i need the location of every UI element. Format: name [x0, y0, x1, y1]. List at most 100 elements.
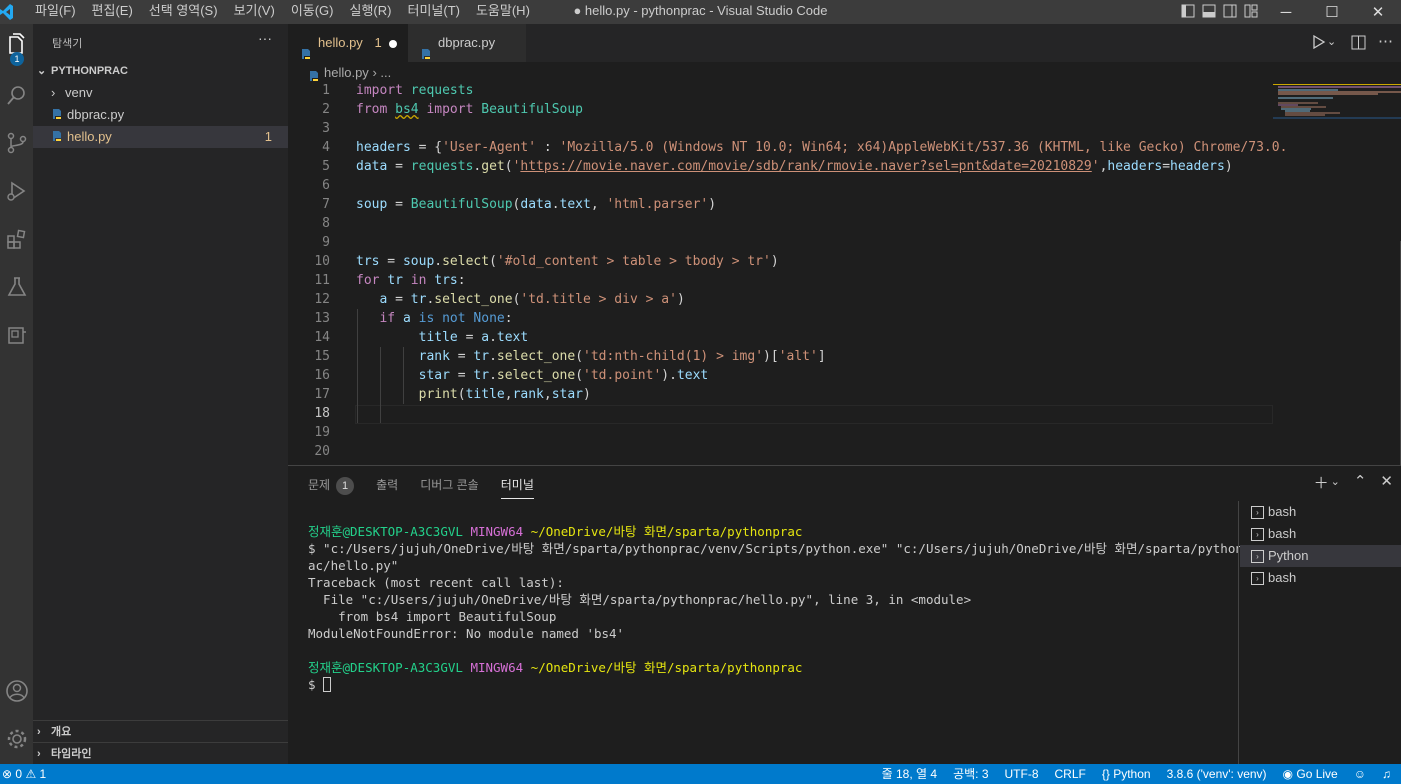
line-number: 11 — [314, 273, 330, 288]
code-line: soup = BeautifulSoup(data.text, 'html.pa… — [356, 197, 717, 212]
terminal-input-line[interactable]: $ — [308, 676, 1228, 693]
tree-item-venv[interactable]: › venv — [33, 82, 288, 104]
close-panel-icon[interactable]: ✕ — [1380, 472, 1393, 493]
tab-label: 문제 — [308, 478, 331, 492]
tab-terminal[interactable]: 터미널 — [500, 476, 534, 499]
terminal-item[interactable]: › bash — [1240, 523, 1401, 545]
project-folder[interactable]: ⌄ PYTHONPRAC — [33, 60, 288, 82]
breadcrumb-file[interactable]: hello.py — [324, 65, 369, 80]
close-icon[interactable]: ✕ — [1355, 0, 1401, 24]
minimize-icon[interactable]: ─ — [1263, 0, 1309, 24]
tab-hello-py[interactable]: hello.py 1 — [288, 24, 408, 62]
terminal-output[interactable]: 정재훈@DESKTOP-A3C3GVL MINGW64 ~/OneDrive/바… — [308, 523, 1258, 693]
go-live-button[interactable]: ◉ Go Live — [1283, 764, 1338, 784]
terminal-line: $ "c:/Users/jujuh/OneDrive/바탕 화면/sparta/… — [308, 541, 1258, 556]
extensions-icon[interactable] — [0, 218, 33, 260]
cursor-position[interactable]: 줄 18, 열 4 — [882, 764, 937, 784]
maximize-icon[interactable]: ☐ — [1309, 0, 1355, 24]
current-line-highlight — [355, 405, 1273, 424]
maximize-panel-icon[interactable]: ⌃ — [1354, 472, 1367, 493]
chevron-right-icon: › — [37, 726, 41, 738]
tab-problem-badge: 1 — [374, 35, 382, 50]
remote-explorer-icon[interactable] — [0, 314, 33, 356]
terminal-error: ModuleNotFoundError: No module named 'bs… — [308, 626, 625, 641]
chevron-right-icon: › — [37, 748, 41, 760]
menu-run[interactable]: 실행(R) — [342, 0, 400, 24]
menu-terminal[interactable]: 터미널(T) — [399, 0, 467, 24]
more-actions-icon[interactable]: ··· — [258, 30, 272, 46]
tree-item-dbprac[interactable]: dbprac.py — [33, 104, 288, 126]
unsaved-dot-icon[interactable] — [389, 40, 397, 48]
outline-label: 개요 — [51, 726, 72, 738]
line-number: 12 — [314, 292, 330, 307]
timeline-section[interactable]: › 타임라인 — [33, 742, 288, 764]
error-icon: ⊗ — [2, 767, 13, 781]
line-number: 18 — [314, 406, 330, 421]
search-icon[interactable] — [0, 74, 33, 116]
code-line: print(title,rank,star) — [418, 387, 591, 402]
menu-help[interactable]: 도움말(H) — [468, 0, 538, 24]
tree-item-label: hello.py — [67, 129, 112, 144]
line-number: 4 — [322, 140, 330, 155]
terminal-item[interactable]: › bash — [1240, 567, 1401, 589]
new-terminal-icon[interactable]: ＋ — [1314, 472, 1329, 493]
chevron-down-icon[interactable]: ⌄ — [1331, 475, 1340, 493]
end-of-line[interactable]: CRLF — [1055, 764, 1086, 784]
outline-section[interactable]: › 개요 — [33, 720, 288, 742]
more-actions-icon[interactable]: ⋯ — [1378, 32, 1393, 50]
terminal-item[interactable]: › bash — [1240, 501, 1401, 523]
editor-area: hello.py 1 dbprac.py ⌄ ⋯ hello.py › ... … — [288, 24, 1401, 465]
breadcrumb-more[interactable]: ... — [380, 65, 391, 80]
source-control-icon[interactable] — [0, 122, 33, 164]
line-number: 14 — [314, 330, 330, 345]
language-mode[interactable]: {} Python — [1102, 764, 1151, 784]
customize-layout-icon[interactable] — [1243, 3, 1259, 19]
editor-tabs: hello.py 1 dbprac.py ⌄ ⋯ — [288, 24, 1401, 62]
encoding[interactable]: UTF-8 — [1005, 764, 1039, 784]
tab-dbprac-py[interactable]: dbprac.py — [408, 24, 526, 62]
terminal-icon: › — [1251, 505, 1264, 519]
testing-icon[interactable] — [0, 266, 33, 308]
code-line: headers = {'User-Agent' : 'Mozilla/5.0 (… — [356, 140, 1288, 155]
account-icon[interactable] — [0, 670, 33, 712]
explorer-icon[interactable]: 1 — [0, 24, 33, 66]
python-interpreter[interactable]: 3.8.6 ('venv': venv) — [1167, 764, 1267, 784]
toggle-sidebar-icon[interactable] — [1180, 3, 1196, 19]
notifications-bell-icon[interactable]: ♫ — [1382, 764, 1391, 784]
error-count: 0 — [15, 767, 23, 781]
tab-output[interactable]: 출력 — [376, 476, 398, 499]
run-debug-icon[interactable] — [0, 170, 33, 212]
chevron-down-icon: ⌄ — [37, 65, 47, 77]
problem-count: 1 — [264, 129, 272, 144]
sidebar-title: 탐색기 — [52, 38, 83, 50]
line-number: 10 — [314, 254, 330, 269]
settings-gear-icon[interactable] — [0, 718, 33, 760]
menu-edit[interactable]: 편집(E) — [84, 0, 141, 24]
tab-problems[interactable]: 문제 1 — [308, 476, 355, 499]
layout-controls — [1180, 3, 1259, 19]
code-line: title = a.text — [418, 330, 529, 345]
menu-selection[interactable]: 선택 영역(S) — [141, 0, 226, 24]
tree-item-hello[interactable]: hello.py 1 — [33, 126, 288, 148]
status-right: 줄 18, 열 4 공백: 3 UTF-8 CRLF {} Python 3.8… — [882, 764, 1391, 784]
run-python-icon[interactable] — [1312, 34, 1326, 54]
terminal-icon: › — [1251, 571, 1264, 585]
line-number: 17 — [314, 387, 330, 402]
toggle-secondary-sidebar-icon[interactable] — [1222, 3, 1238, 19]
menu-file[interactable]: 파일(F) — [27, 0, 84, 24]
code-line: a = tr.select_one('td.title > div > a') — [379, 292, 685, 307]
menu-view[interactable]: 보기(V) — [226, 0, 283, 24]
tab-debug-console[interactable]: 디버그 콘솔 — [420, 476, 479, 499]
split-editor-icon[interactable] — [1351, 35, 1366, 55]
terminal-item-active[interactable]: › Python — [1240, 545, 1401, 567]
minimap[interactable] — [1273, 81, 1401, 465]
project-name: PYTHONPRAC — [51, 65, 129, 77]
indentation[interactable]: 공백: 3 — [953, 764, 988, 784]
tab-label: hello.py — [318, 35, 363, 50]
menu-go[interactable]: 이동(G) — [283, 0, 342, 24]
feedback-icon[interactable]: ☺ — [1354, 764, 1366, 784]
chevron-down-icon[interactable]: ⌄ — [1327, 35, 1336, 48]
tab-label: dbprac.py — [438, 35, 496, 50]
toggle-panel-icon[interactable] — [1201, 3, 1217, 19]
problems-status[interactable]: ⊗ 0 ⚠ 1 — [0, 764, 46, 784]
